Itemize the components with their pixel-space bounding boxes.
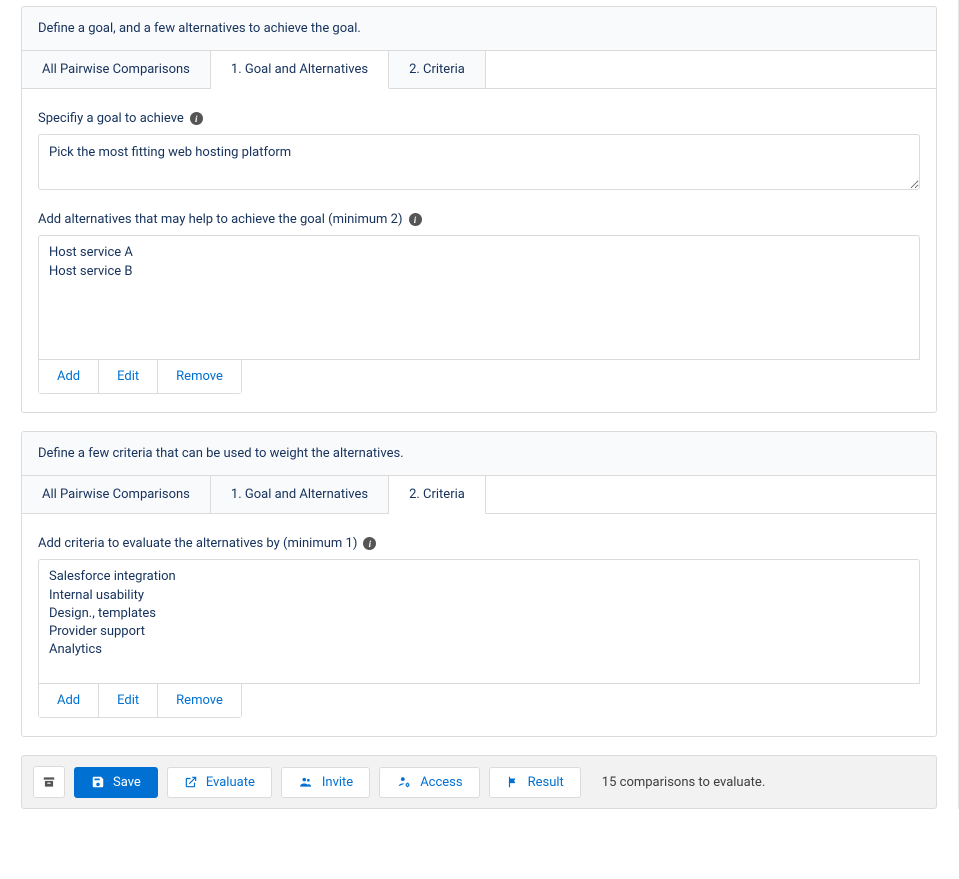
card-header: Define a goal, and a few alternatives to… bbox=[22, 7, 936, 51]
edit-button[interactable]: Edit bbox=[99, 684, 158, 717]
card-body: Add criteria to evaluate the alternative… bbox=[22, 514, 936, 736]
tab-all-comparisons[interactable]: All Pairwise Comparisons bbox=[22, 476, 211, 513]
list-item[interactable]: Host service B bbox=[49, 263, 909, 281]
access-button[interactable]: Access bbox=[379, 767, 479, 798]
card-body: Specifiy a goal to achieve i Add alterna… bbox=[22, 89, 936, 412]
card-header-text: Define a goal, and a few alternatives to… bbox=[38, 21, 361, 36]
list-item[interactable]: Host service A bbox=[49, 244, 909, 262]
footer-status: 15 comparisons to evaluate. bbox=[602, 775, 765, 790]
tabs-section2: All Pairwise Comparisons 1. Goal and Alt… bbox=[22, 476, 936, 514]
tab-all-comparisons[interactable]: All Pairwise Comparisons bbox=[22, 51, 211, 88]
add-button[interactable]: Add bbox=[39, 684, 99, 717]
flag-icon bbox=[506, 775, 520, 789]
card-header-text: Define a few criteria that can be used t… bbox=[38, 446, 404, 461]
alternatives-label: Add alternatives that may help to achiev… bbox=[38, 212, 920, 227]
criteria-card: Define a few criteria that can be used t… bbox=[21, 431, 937, 737]
tab-goal-alternatives[interactable]: 1. Goal and Alternatives bbox=[211, 476, 389, 513]
criteria-label: Add criteria to evaluate the alternative… bbox=[38, 536, 920, 551]
evaluate-button[interactable]: Evaluate bbox=[167, 767, 272, 798]
people-icon bbox=[298, 775, 314, 789]
info-icon[interactable]: i bbox=[363, 537, 376, 550]
external-link-icon bbox=[184, 775, 198, 789]
tab-goal-alternatives[interactable]: 1. Goal and Alternatives bbox=[211, 51, 389, 89]
info-icon[interactable]: i bbox=[190, 112, 203, 125]
edit-button[interactable]: Edit bbox=[99, 360, 158, 393]
goal-label: Specifiy a goal to achieve i bbox=[38, 111, 920, 126]
list-item[interactable]: Salesforce integration bbox=[49, 568, 909, 586]
info-icon[interactable]: i bbox=[409, 213, 422, 226]
footer-toolbar: Save Evaluate Invite Access Result bbox=[21, 755, 937, 809]
save-button[interactable]: Save bbox=[74, 767, 158, 798]
list-item[interactable]: Provider support bbox=[49, 623, 909, 641]
card-header: Define a few criteria that can be used t… bbox=[22, 432, 936, 476]
goal-input[interactable] bbox=[38, 134, 920, 190]
archive-icon bbox=[42, 775, 56, 789]
save-icon bbox=[91, 775, 105, 789]
list-item[interactable]: Internal usability bbox=[49, 587, 909, 605]
remove-button[interactable]: Remove bbox=[158, 360, 241, 393]
criteria-listbox[interactable]: Salesforce integration Internal usabilit… bbox=[38, 559, 920, 684]
tab-criteria[interactable]: 2. Criteria bbox=[389, 51, 486, 88]
tabs-section1: All Pairwise Comparisons 1. Goal and Alt… bbox=[22, 51, 936, 89]
add-button[interactable]: Add bbox=[39, 360, 99, 393]
alternatives-listbox[interactable]: Host service A Host service B bbox=[38, 235, 920, 360]
user-settings-icon bbox=[396, 775, 412, 789]
tab-criteria[interactable]: 2. Criteria bbox=[389, 476, 486, 514]
alternatives-button-group: Add Edit Remove bbox=[38, 360, 242, 394]
invite-button[interactable]: Invite bbox=[281, 767, 370, 798]
list-item[interactable]: Design., templates bbox=[49, 605, 909, 623]
result-button[interactable]: Result bbox=[489, 767, 581, 798]
list-item[interactable]: Analytics bbox=[49, 641, 909, 659]
remove-button[interactable]: Remove bbox=[158, 684, 241, 717]
goal-alternatives-card: Define a goal, and a few alternatives to… bbox=[21, 6, 937, 413]
archive-button[interactable] bbox=[33, 766, 65, 798]
criteria-button-group: Add Edit Remove bbox=[38, 684, 242, 718]
